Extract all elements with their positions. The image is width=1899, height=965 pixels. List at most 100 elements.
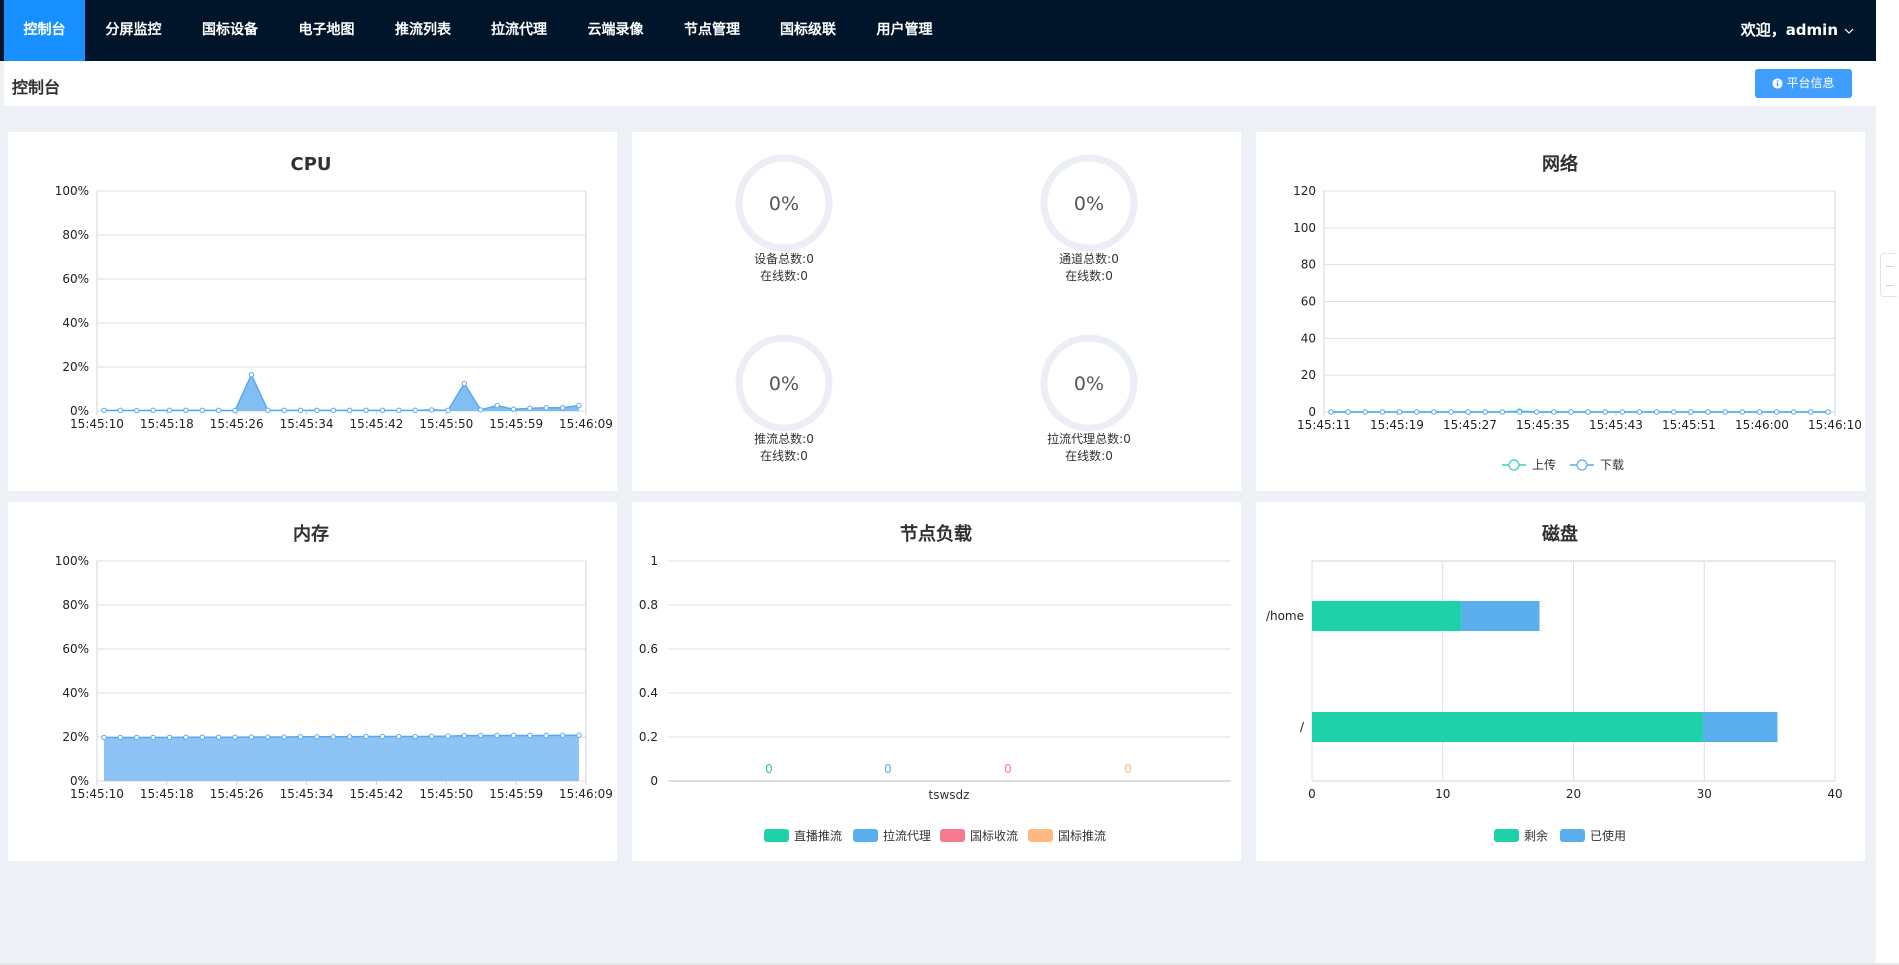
y-tick-label: 80%: [62, 228, 89, 242]
x-tick-label: tswsdz: [929, 788, 970, 802]
data-point: [265, 734, 271, 740]
data-point: [281, 734, 287, 740]
nav-item-split-monitor[interactable]: 分屏监控: [85, 0, 182, 61]
donut-percent: 0%: [769, 193, 799, 215]
legend-label: 下载: [1600, 458, 1624, 472]
nav-item-gb-devices[interactable]: 国标设备: [182, 0, 278, 61]
stat-online: 在线数:0: [760, 268, 808, 283]
data-point: [330, 407, 337, 414]
data-point: [101, 734, 107, 741]
x-tick-label: 15:45:59: [489, 417, 543, 431]
disk-chart: 磁盘 0 10 20 30 40/home / 剩余 已使用: [1266, 523, 1843, 843]
data-point: [330, 734, 337, 740]
y-tick-label: 20: [1301, 368, 1316, 382]
x-tick-label: 15:45:50: [419, 787, 473, 801]
chart-title: 内存: [293, 523, 329, 545]
y-tick-label: 60%: [62, 642, 89, 656]
nav-item-gb-cascade[interactable]: 国标级联: [760, 0, 856, 61]
data-point: [1688, 409, 1694, 415]
legend-marker: [1508, 459, 1520, 471]
nav-item-node-manage[interactable]: 节点管理: [664, 0, 760, 61]
y-tick-label: 80: [1301, 258, 1316, 272]
node-load-card: 节点负载 0 0.2 0.4 0.6 0.8 1 0 0 0 0 tswsdz 直播推流 拉流代理 国标收流…: [632, 502, 1241, 861]
y-tick-label: 0%: [70, 774, 89, 788]
data-point: [1825, 409, 1831, 415]
y-tick-label: /home: [1266, 609, 1304, 623]
data-point: [494, 732, 500, 739]
data-point: [232, 734, 238, 740]
y-tick-label: 60%: [62, 272, 89, 286]
x-tick-label: 15:46:00: [1735, 418, 1789, 432]
nav-item-map[interactable]: 电子地图: [278, 0, 375, 61]
x-tick-label: 15:45:34: [280, 787, 334, 801]
data-point: [346, 734, 353, 740]
data-point: [363, 407, 369, 414]
side-drawer-handle[interactable]: [1880, 253, 1897, 297]
data-point: [1379, 409, 1386, 415]
nav-item-cloud-record[interactable]: 云端录像: [567, 0, 664, 61]
x-tick-label: 15:45:43: [1589, 418, 1643, 432]
x-tick-label: 20: [1566, 787, 1581, 801]
donut-percent: 0%: [1074, 193, 1104, 215]
stat-online: 在线数:0: [760, 448, 808, 463]
donut-percent: 0%: [769, 373, 799, 395]
y-tick-label: 100%: [55, 184, 89, 198]
x-tick-label: 15:46:09: [559, 787, 613, 801]
data-point: [1619, 409, 1626, 415]
y-tick-label: 0.4: [639, 686, 658, 700]
stats-card: 0% 设备总数:0 在线数:0 0% 通道总数:0 在线数:0 0% 推流总数:0 在线数:0 0…: [632, 132, 1241, 491]
data-point: [428, 407, 435, 413]
data-point: [134, 734, 140, 741]
data-point: [232, 407, 238, 414]
data-point: [314, 734, 320, 740]
x-tick-label: 10: [1435, 787, 1450, 801]
memory-chart: 内存 0% 20% 40% 60% 80% 100% 15:45:10 15:45:18 15:4…: [55, 523, 613, 801]
data-point: [379, 733, 386, 740]
nav-item-user-manage[interactable]: 用户管理: [856, 0, 953, 61]
y-tick-label: 1: [650, 554, 658, 568]
disk-card: 磁盘 0 10 20 30 40/home / 剩余 已使用: [1256, 502, 1865, 861]
x-tick-label: 15:45:51: [1662, 418, 1716, 432]
data-point: [1791, 409, 1797, 415]
nav-item-pull-proxy[interactable]: 拉流代理: [471, 0, 567, 61]
data-point: [396, 733, 402, 740]
legend-swatch: [1560, 829, 1585, 842]
platform-info-button[interactable]: 平台信息: [1755, 69, 1852, 98]
series-area: [104, 374, 579, 411]
data-point: [314, 407, 320, 414]
y-tick-label: 40: [1301, 331, 1316, 345]
legend-marker: [1576, 459, 1588, 471]
chart-title: CPU: [290, 154, 331, 175]
stat-total: 通道总数:0: [1059, 251, 1119, 266]
user-menu[interactable]: 欢迎，admin: [1741, 0, 1854, 61]
data-point: [1705, 409, 1711, 415]
data-point: [576, 402, 582, 409]
donut-percent: 0%: [1074, 373, 1104, 395]
data-point: [1756, 409, 1763, 415]
data-point: [265, 407, 271, 414]
x-tick-label: 0: [1308, 787, 1316, 801]
data-point: [248, 734, 255, 740]
bar-segment: [1312, 601, 1462, 631]
data-point: [445, 407, 451, 414]
network-chart: 网络 0 20 40 60 80 100 120 15:45:11 15:45:19 15:45:2…: [1293, 153, 1862, 472]
x-tick-label: 15:45:19: [1370, 418, 1424, 432]
x-tick-label: 15:45:27: [1443, 418, 1497, 432]
data-point: [1636, 409, 1643, 415]
data-point: [363, 733, 369, 740]
cpu-card: CPU 0% 20% 40% 60% 80% 100% 15:45:10 15:45:18 15:…: [8, 132, 617, 491]
stat-total: 拉流代理总数:0: [1047, 431, 1131, 446]
data-point: [117, 734, 124, 741]
data-point: [1516, 409, 1523, 415]
x-tick-label: 15:45:10: [70, 787, 124, 801]
y-tick-label: 60: [1301, 295, 1316, 309]
y-tick-label: 20%: [62, 360, 89, 374]
nav-item-console[interactable]: 控制台: [4, 0, 85, 61]
data-point: [1808, 409, 1814, 415]
nav-item-push-list[interactable]: 推流列表: [375, 0, 471, 61]
x-tick-label: 15:45:18: [140, 417, 194, 431]
y-tick-label: 120: [1293, 184, 1316, 198]
data-point: [478, 407, 484, 413]
data-point: [510, 406, 517, 412]
cpu-chart: CPU 0% 20% 40% 60% 80% 100% 15:45:10 15:45:18 15:…: [55, 154, 613, 431]
